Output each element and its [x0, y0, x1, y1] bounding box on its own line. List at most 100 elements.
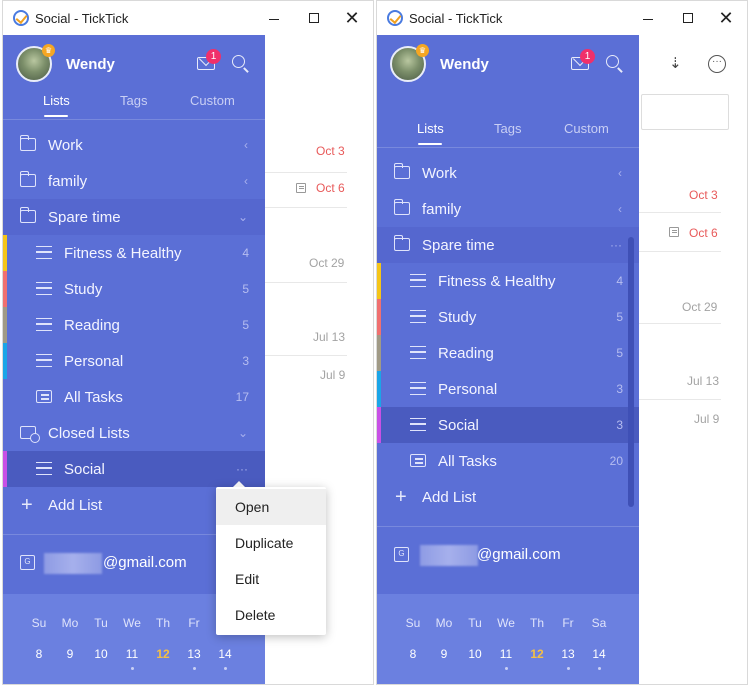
sidebar-item-fitness[interactable]: Fitness & Healthy 4	[3, 235, 265, 271]
tab-lists[interactable]: Lists	[43, 93, 70, 108]
more-icon[interactable]: ···	[708, 55, 726, 73]
sidebar-item-personal[interactable]: Personal 3	[3, 343, 265, 379]
sidebar-item-reading[interactable]: Reading 5	[3, 307, 265, 343]
folder-icon	[393, 163, 410, 179]
calendar-day[interactable]: 10	[88, 647, 114, 661]
maximize-button[interactable]	[299, 6, 329, 30]
sidebar-item-social[interactable]: Social ···	[3, 451, 265, 487]
username[interactable]: Wendy	[66, 56, 115, 73]
more-options-button[interactable]: ···	[610, 238, 622, 252]
menu-item-duplicate[interactable]: Duplicate	[216, 525, 326, 561]
list-icon	[410, 382, 426, 395]
tab-tags[interactable]: Tags	[120, 93, 147, 108]
minimize-icon	[643, 18, 653, 20]
task-date: Oct 6	[689, 226, 718, 240]
calendar-day[interactable]: 8	[400, 647, 426, 661]
calendar-day[interactable]: 14	[586, 647, 612, 661]
weekday-label: Fr	[188, 616, 200, 630]
sidebar-item-label: Fitness & Healthy	[64, 245, 182, 262]
sidebar-item-fitness[interactable]: Fitness & Healthy 4	[377, 263, 639, 299]
sidebar-scrollbar[interactable]	[628, 237, 634, 507]
add-list-button[interactable]: + Add List	[377, 479, 639, 515]
list-color-bar	[377, 299, 381, 335]
sidebar-item-all-tasks[interactable]: All Tasks 17	[3, 379, 265, 415]
calendar-day[interactable]: 9	[57, 647, 83, 661]
sidebar-item-social[interactable]: Social 3	[377, 407, 639, 443]
weekday-label: Tu	[468, 616, 482, 630]
menu-item-open[interactable]: Open	[216, 489, 326, 525]
minimize-button[interactable]	[633, 6, 663, 30]
close-button[interactable]: ✕	[337, 6, 367, 30]
chevron-left-icon[interactable]: ‹	[618, 202, 622, 216]
calendar-account[interactable]: G @gmail.com	[377, 535, 639, 575]
calendar-account-icon: G	[20, 555, 35, 570]
sidebar-item-label: Closed Lists	[48, 425, 130, 442]
list-color-bar	[3, 271, 7, 307]
sidebar-item-label: Personal	[64, 353, 124, 370]
divider	[265, 207, 347, 208]
more-options-button[interactable]: ···	[236, 462, 248, 476]
sidebar-item-work[interactable]: Work ‹	[377, 155, 639, 191]
chevron-left-icon[interactable]: ‹	[244, 138, 248, 152]
weekday-label: Th	[155, 616, 170, 630]
tab-tags[interactable]: Tags	[494, 121, 521, 136]
maximize-button[interactable]	[673, 6, 703, 30]
calendar-day[interactable]: 10	[462, 647, 488, 661]
calendar-day[interactable]: 8	[26, 647, 52, 661]
menu-item-edit[interactable]: Edit	[216, 561, 326, 597]
calendar-day-today[interactable]: 12	[524, 647, 550, 661]
search-icon[interactable]	[232, 55, 245, 68]
close-icon: ✕	[718, 8, 734, 28]
chevron-left-icon[interactable]: ‹	[618, 166, 622, 180]
task-count: 5	[242, 282, 249, 296]
chevron-down-icon[interactable]: ⌄	[238, 210, 248, 224]
mail-badge: 1	[580, 49, 595, 64]
sidebar-item-all-tasks[interactable]: All Tasks 20	[377, 443, 639, 479]
list-icon	[36, 462, 52, 475]
search-icon[interactable]	[606, 55, 619, 68]
calendar-day[interactable]: 9	[431, 647, 457, 661]
sidebar-item-reading[interactable]: Reading 5	[377, 335, 639, 371]
task-date: Oct 3	[316, 144, 345, 158]
minimize-icon	[269, 18, 279, 20]
calendar-day[interactable]: 11	[119, 647, 145, 661]
sidebar-item-closed-lists[interactable]: Closed Lists ⌄	[3, 415, 265, 451]
sidebar-item-work[interactable]: Work ‹	[3, 127, 265, 163]
username[interactable]: Wendy	[440, 56, 489, 73]
sidebar-item-spare-time[interactable]: Spare time ···	[377, 227, 639, 263]
account-email: @gmail.com	[477, 546, 561, 563]
add-task-input[interactable]	[641, 94, 729, 130]
close-button[interactable]: ✕	[711, 6, 741, 30]
task-count: 5	[616, 346, 623, 360]
menu-item-delete[interactable]: Delete	[216, 597, 326, 633]
chevron-left-icon[interactable]: ‹	[244, 174, 248, 188]
calendar-day[interactable]: 14	[212, 647, 238, 661]
sidebar-item-label: All Tasks	[438, 453, 497, 470]
calendar-day[interactable]: 13	[555, 647, 581, 661]
sidebar-item-label: family	[48, 173, 88, 190]
tab-custom[interactable]: Custom	[564, 121, 609, 136]
sidebar-item-family[interactable]: family ‹	[3, 163, 265, 199]
tab-lists[interactable]: Lists	[417, 121, 444, 136]
calendar-day[interactable]: 11	[493, 647, 519, 661]
minimize-button[interactable]	[259, 6, 289, 30]
sidebar-item-study[interactable]: Study 5	[377, 299, 639, 335]
task-count: 5	[242, 318, 249, 332]
list-icon	[410, 346, 426, 359]
maximize-icon	[309, 13, 319, 23]
folder-icon	[19, 135, 36, 151]
tab-custom[interactable]: Custom	[190, 93, 235, 108]
sidebar-item-label: family	[422, 201, 462, 218]
calendar-day[interactable]: 13	[181, 647, 207, 661]
sidebar-item-personal[interactable]: Personal 3	[377, 371, 639, 407]
list-color-bar	[377, 263, 381, 299]
ticktick-logo-icon	[387, 10, 403, 26]
sidebar-item-spare-time[interactable]: Spare time ⌄	[3, 199, 265, 235]
sidebar-item-study[interactable]: Study 5	[3, 271, 265, 307]
sidebar-item-family[interactable]: family ‹	[377, 191, 639, 227]
sort-icon[interactable]: ⇣	[669, 54, 687, 72]
chevron-down-icon[interactable]: ⌄	[238, 426, 248, 440]
divider	[377, 526, 639, 527]
calendar-day-today[interactable]: 12	[150, 647, 176, 661]
sidebar-item-label: Social	[438, 417, 479, 434]
